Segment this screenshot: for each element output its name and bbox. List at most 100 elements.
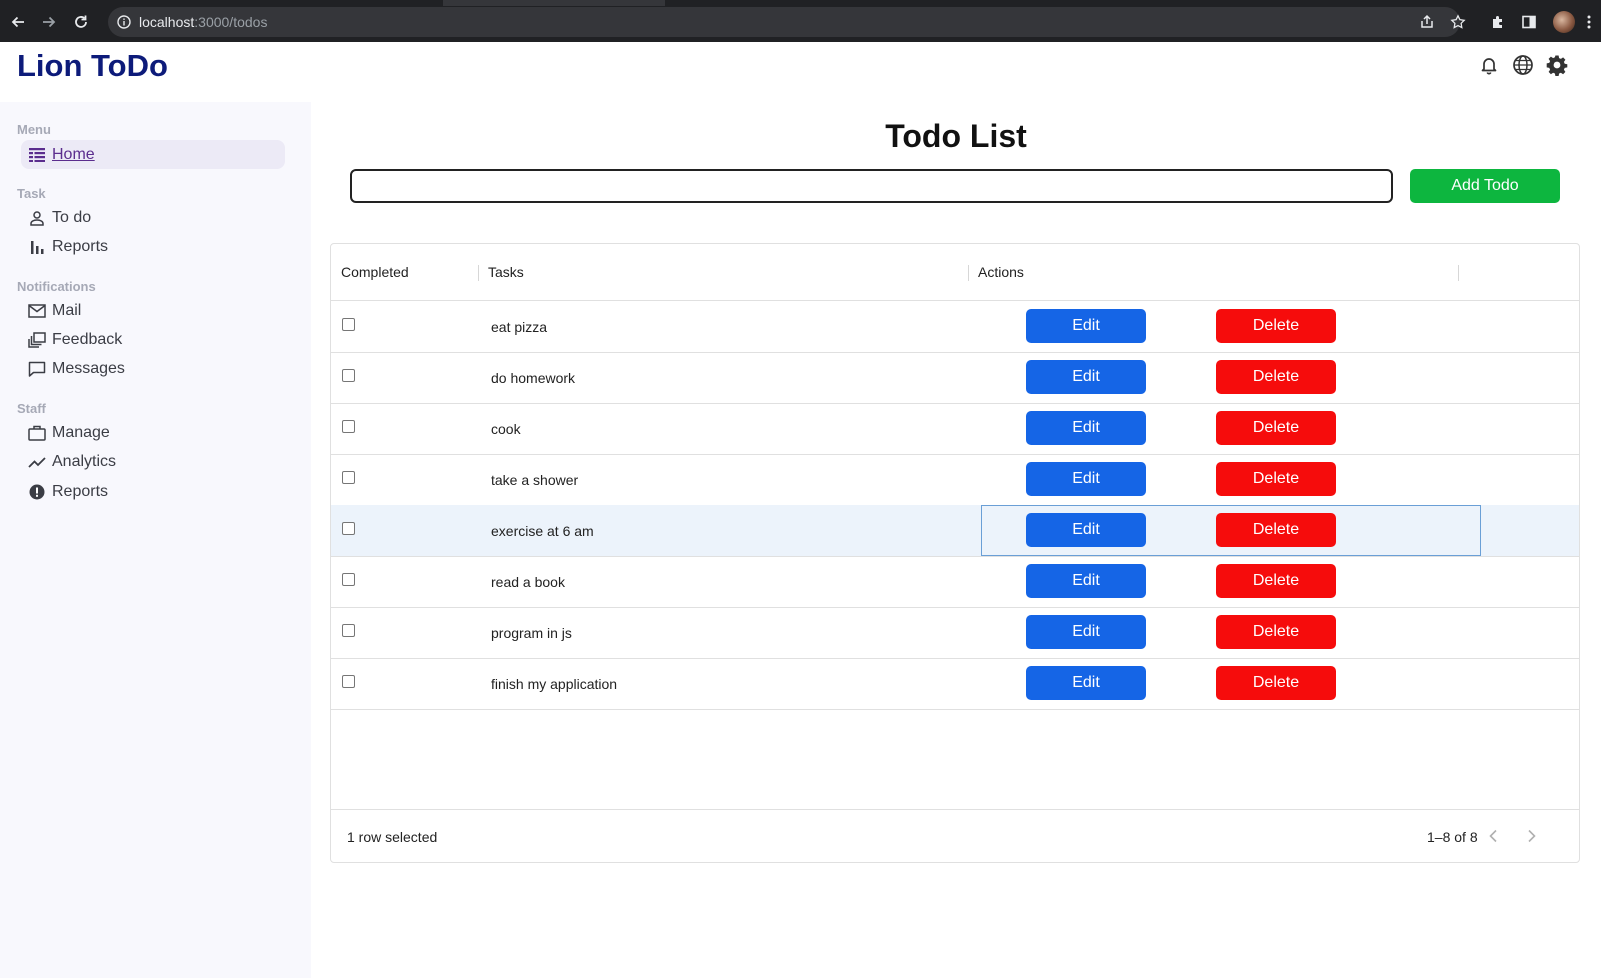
app-logo[interactable]: Lion ToDo [17,48,168,84]
browser-menu-icon[interactable] [1582,10,1596,34]
table-row[interactable]: finish my application Edit Delete [331,658,1579,710]
profile-avatar[interactable] [1553,11,1575,33]
sidebar-item-messages[interactable]: Messages [21,354,285,383]
todo-table: Completed Tasks Actions eat pizza Edit D… [330,243,1580,863]
table-row[interactable]: program in js Edit Delete [331,607,1579,659]
table-header: Completed Tasks Actions [331,244,1579,301]
url-host: localhost [139,14,195,30]
actions-cell: Edit Delete [981,505,1481,556]
column-separator[interactable] [968,265,969,281]
table-footer: 1 row selected 1–8 of 8 [331,809,1579,863]
delete-button[interactable]: Delete [1216,309,1336,343]
sidebar-item-label: Reports [52,482,109,500]
delete-button[interactable]: Delete [1216,564,1336,598]
app-header: Lion ToDo [0,42,1601,102]
site-info-icon[interactable] [116,14,132,30]
completed-checkbox[interactable] [342,471,355,484]
completed-checkbox[interactable] [342,522,355,535]
task-text: program in js [491,625,572,641]
table-row-selected[interactable]: exercise at 6 am Edit Delete [331,505,1579,557]
sidebar-item-label: Home [52,145,95,163]
edit-button[interactable]: Edit [1026,564,1146,598]
delete-button[interactable]: Delete [1216,462,1336,496]
url-path: :3000/todos [194,14,268,30]
actions-cell: Edit Delete [981,607,1481,658]
actions-cell: Edit Delete [981,454,1481,505]
forward-icon[interactable] [38,11,60,33]
task-text: take a shower [491,472,579,488]
sidebar-item-task-reports[interactable]: Reports [21,232,285,261]
section-title-menu: Menu [17,122,51,137]
edit-button[interactable]: Edit [1026,411,1146,445]
actions-cell: Edit Delete [981,301,1481,352]
edit-button[interactable]: Edit [1026,309,1146,343]
extensions-icon[interactable] [1486,10,1510,34]
table-row[interactable]: eat pizza Edit Delete [331,301,1579,353]
completed-checkbox[interactable] [342,675,355,688]
sidebar-item-label: Analytics [52,452,117,470]
sidebar-item-label: Mail [52,301,82,319]
column-header-actions[interactable]: Actions [978,264,1024,280]
completed-checkbox[interactable] [342,573,355,586]
mail-icon [28,302,46,320]
delete-button[interactable]: Delete [1216,666,1336,700]
sidebar-item-staff-reports[interactable]: Reports [21,477,285,506]
delete-button[interactable]: Delete [1216,615,1336,649]
sidebar: Menu Home Task To do Reports Notificatio… [0,102,311,978]
edit-button[interactable]: Edit [1026,513,1146,547]
edit-button[interactable]: Edit [1026,360,1146,394]
bell-icon[interactable] [1476,52,1502,78]
actions-cell: Edit Delete [981,658,1481,709]
completed-checkbox[interactable] [342,369,355,382]
share-icon[interactable] [1415,10,1439,34]
todo-input[interactable] [350,169,1393,203]
sidebar-item-todo[interactable]: To do [21,203,285,232]
page-title: Todo List [885,118,1027,154]
alert-icon [28,483,46,501]
globe-icon[interactable] [1510,52,1536,78]
browser-tab[interactable] [443,0,665,6]
table-row[interactable]: read a book Edit Delete [331,556,1579,608]
table-row[interactable]: take a shower Edit Delete [331,454,1579,506]
column-separator[interactable] [1458,265,1459,281]
side-panel-icon[interactable] [1517,10,1541,34]
completed-checkbox[interactable] [342,420,355,433]
tab-strip [0,0,1601,7]
column-header-completed[interactable]: Completed [341,264,409,280]
completed-checkbox[interactable] [342,624,355,637]
column-header-tasks[interactable]: Tasks [488,264,524,280]
section-title-notifications: Notifications [17,279,96,294]
sidebar-item-home[interactable]: Home [21,140,285,169]
gear-icon[interactable] [1544,52,1570,78]
section-title-task: Task [17,186,46,201]
delete-button[interactable]: Delete [1216,513,1336,547]
edit-button[interactable]: Edit [1026,462,1146,496]
reload-icon[interactable] [70,11,92,33]
bookmark-star-icon[interactable] [1446,10,1470,34]
previous-page-icon[interactable] [1481,824,1505,848]
sidebar-item-analytics[interactable]: Analytics [21,447,285,476]
table-row[interactable]: cook Edit Delete [331,403,1579,455]
sidebar-item-label: Messages [52,359,125,377]
add-todo-button[interactable]: Add Todo [1410,169,1560,203]
back-icon[interactable] [7,11,29,33]
edit-button[interactable]: Edit [1026,666,1146,700]
column-separator[interactable] [478,265,479,281]
bar-chart-icon [28,238,46,256]
completed-checkbox[interactable] [342,318,355,331]
next-page-icon[interactable] [1520,824,1544,848]
actions-cell: Edit Delete [981,556,1481,607]
selection-count: 1 row selected [347,829,438,845]
edit-button[interactable]: Edit [1026,615,1146,649]
sidebar-item-manage[interactable]: Manage [21,418,285,447]
person-icon [28,209,46,227]
address-bar[interactable]: localhost:3000/todos [108,7,1460,37]
sidebar-item-feedback[interactable]: Feedback [21,325,285,354]
delete-button[interactable]: Delete [1216,360,1336,394]
actions-cell: Edit Delete [981,352,1481,403]
delete-button[interactable]: Delete [1216,411,1336,445]
table-row[interactable]: do homework Edit Delete [331,352,1579,404]
trend-icon [28,453,46,471]
task-text: exercise at 6 am [491,523,594,539]
sidebar-item-mail[interactable]: Mail [21,296,285,325]
